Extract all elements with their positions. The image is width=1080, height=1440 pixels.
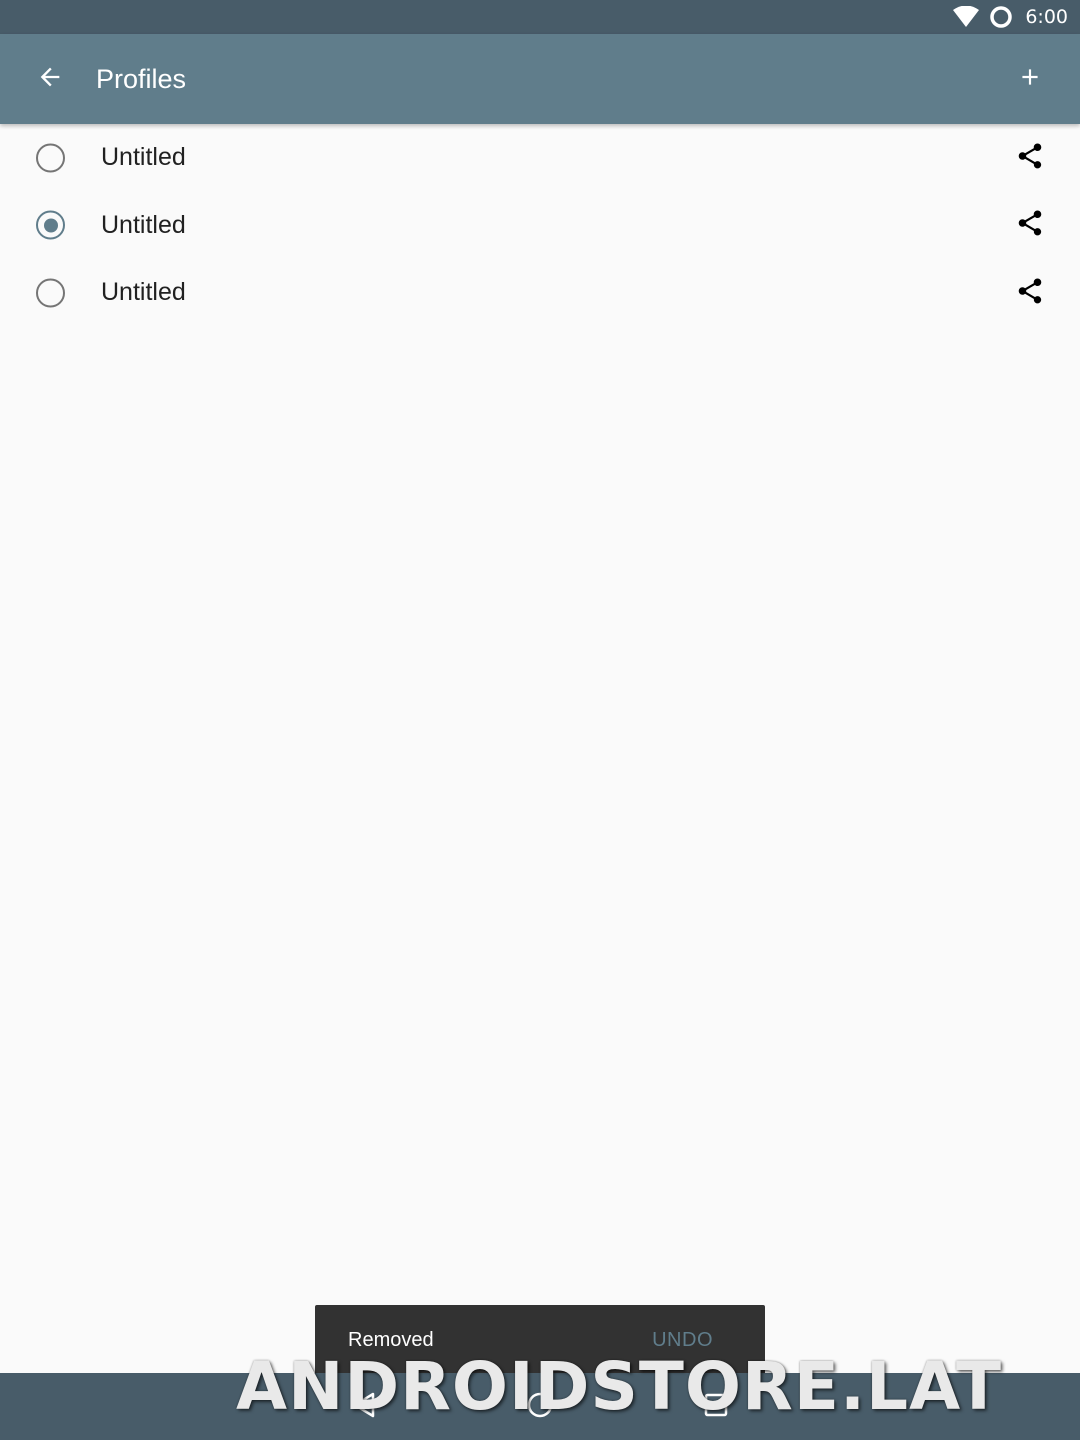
profile-label: Untitled [101,143,186,172]
profile-row[interactable]: Untitled [0,124,1080,192]
share-icon [1015,208,1045,242]
share-icon [1015,276,1045,310]
status-bar: 6:00 [0,0,1080,34]
wifi-icon [953,6,980,28]
profile-label: Untitled [101,210,186,239]
profile-row[interactable]: Untitled [0,259,1080,327]
profile-row[interactable]: Untitled [0,192,1080,260]
profile-radio[interactable] [36,278,65,308]
nav-recents-button[interactable] [691,1382,741,1432]
snackbar: Removed UNDO [315,1305,765,1375]
nav-back-button[interactable] [339,1382,389,1432]
add-profile-button[interactable] [1002,51,1058,107]
share-button[interactable] [1010,138,1050,178]
ring-icon [989,5,1013,29]
home-circle-icon [525,1390,555,1424]
share-button[interactable] [1010,273,1050,313]
profile-list: Untitled Untitled Untitled [0,124,1080,327]
profile-label: Untitled [101,278,186,307]
back-button[interactable] [22,51,78,107]
nav-bar [0,1373,1080,1440]
arrow-back-icon [36,63,64,95]
recents-square-icon [703,1392,729,1422]
screen: 6:00 Profiles Untitled Untitled Untitled… [0,0,1080,1440]
plus-icon [1017,64,1043,94]
share-button[interactable] [1010,205,1050,245]
app-bar: Profiles [0,34,1080,124]
snackbar-message: Removed [348,1328,434,1351]
profile-radio[interactable] [36,143,65,173]
page-title: Profiles [96,63,187,94]
nav-home-button[interactable] [515,1382,565,1432]
back-triangle-icon [351,1391,377,1423]
share-icon [1015,141,1045,175]
status-time: 6:00 [1025,6,1068,28]
undo-button[interactable]: UNDO [652,1329,713,1352]
profile-radio[interactable] [36,210,65,240]
